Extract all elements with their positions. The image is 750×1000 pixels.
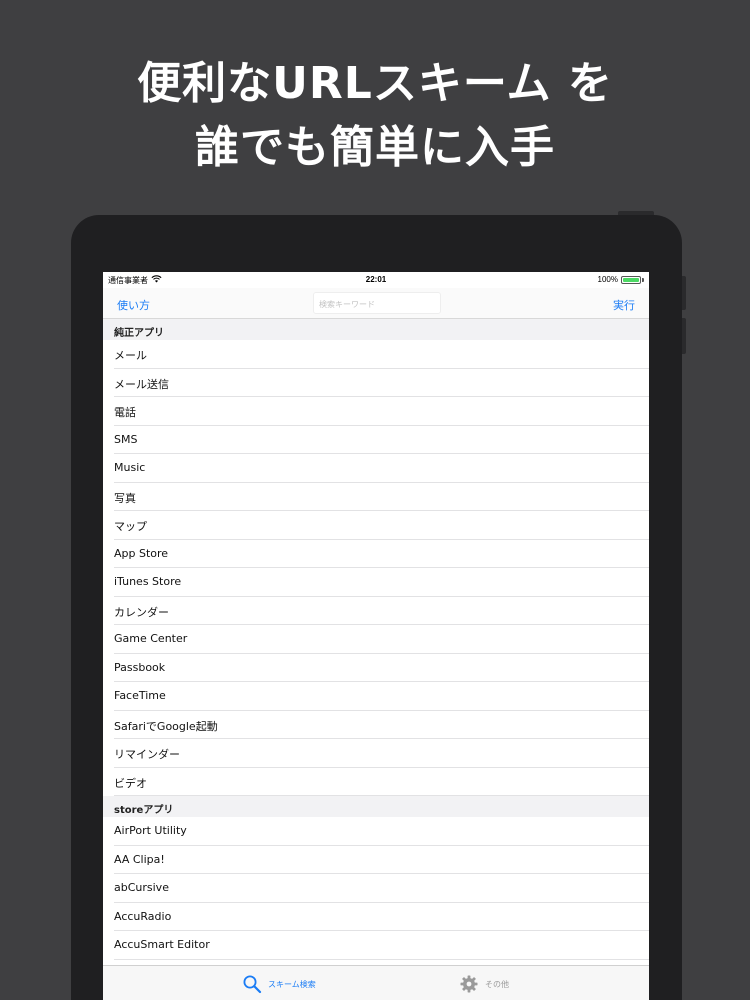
headline: 便利なURLスキーム を 誰でも簡単に入手 [0,52,750,180]
section-header: 純正アプリ [103,319,649,340]
list-item[interactable]: abCursive [103,874,649,903]
tab-scheme-search[interactable]: スキーム検索 [242,974,316,994]
list-item[interactable]: iTunes Store [103,568,649,597]
headline-line-2: 誰でも簡単に入手 [195,122,555,173]
search-icon [243,975,262,994]
battery-tip [642,278,644,282]
list-item[interactable]: マップ [103,511,649,540]
list-item[interactable]: ビデオ [103,768,649,797]
battery-icon [621,276,641,284]
list-item[interactable]: 写真 [103,483,649,512]
gear-icon [460,975,478,993]
tab-scheme-search-label: スキーム検索 [268,979,316,989]
list-item[interactable]: AirPort Utility [103,817,649,846]
status-bar: 通信事業者 22:01 100% [103,272,649,288]
headline-line-1: 便利なURLスキーム を [137,58,613,109]
tab-bar: スキーム検索 その他 [103,965,649,1000]
tab-other[interactable]: その他 [459,974,509,994]
list-item[interactable]: AccuRadio [103,903,649,932]
tab-other-label: その他 [485,979,509,989]
list-item[interactable]: SMS [103,426,649,455]
status-time: 22:01 [365,275,387,284]
scheme-list: 純正アプリ メール メール送信 電話 SMS Music 写真 マップ App Store iTu… [103,319,649,960]
list-item[interactable]: FaceTime [103,682,649,711]
battery-level [623,278,639,282]
search-input[interactable]: 検索キーワード [313,292,441,314]
list-item[interactable]: メール送信 [103,369,649,398]
list-item[interactable]: App Store [103,540,649,569]
list-item[interactable]: AccuSmart Editor [103,931,649,960]
how-to-use-button[interactable]: 使い方 [117,297,150,313]
list-item[interactable]: AA Clipa! [103,846,649,875]
list-item[interactable]: メール [103,340,649,369]
navigation-bar: 使い方 検索キーワード 実行 [103,288,649,319]
list-item[interactable]: リマインダー [103,739,649,768]
battery-percentage: 100% [597,275,618,284]
list-item[interactable]: Game Center [103,625,649,654]
list-item[interactable]: Music [103,454,649,483]
list-item[interactable]: 電話 [103,397,649,426]
execute-button[interactable]: 実行 [613,297,635,313]
list-item[interactable]: カレンダー [103,597,649,626]
app-screen: 通信事業者 22:01 100% 使い方 検索キーワード 実行 純正アプリ メール… [103,272,649,1000]
section-header: storeアプリ [103,796,649,817]
list-item[interactable]: SafariでGoogle起動 [103,711,649,740]
list-item[interactable]: Passbook [103,654,649,683]
